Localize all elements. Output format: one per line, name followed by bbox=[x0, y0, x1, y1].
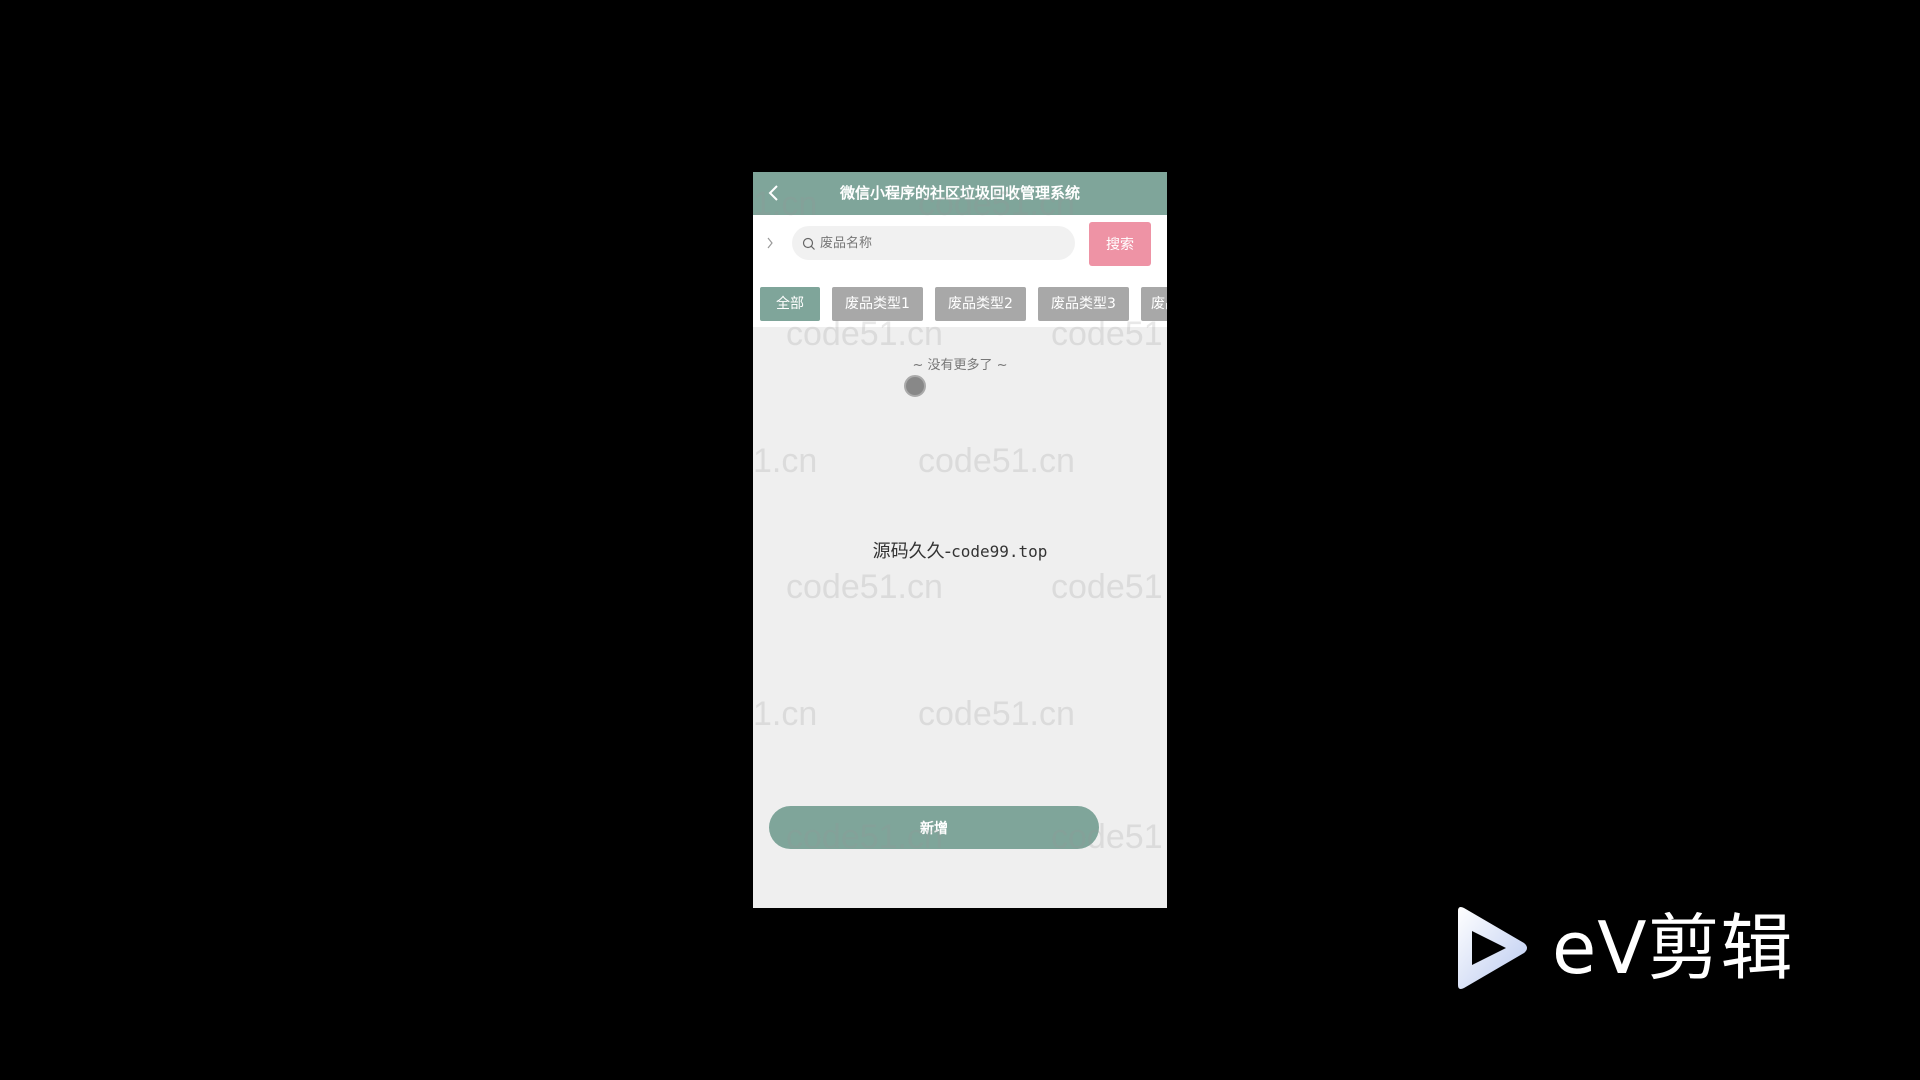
search-input[interactable] bbox=[820, 226, 1060, 260]
overlay-text-en: code99.top bbox=[951, 542, 1048, 561]
video-editor-logo: eV剪辑 bbox=[1450, 905, 1830, 995]
back-arrow-icon[interactable] bbox=[765, 184, 783, 202]
chevron-right-icon[interactable] bbox=[765, 235, 777, 253]
tab-all[interactable]: 全部 bbox=[760, 287, 820, 321]
watermark: code51.cn bbox=[918, 442, 1075, 480]
nav-bar: 微信小程序的社区垃圾回收管理系统 bbox=[753, 172, 1167, 215]
watermark: 1.cn bbox=[753, 442, 818, 480]
overlay-text-cn: 源码久久- bbox=[872, 541, 952, 562]
category-tabs: 全部 废品类型1 废品类型2 废品类型3 废品 bbox=[753, 275, 1167, 327]
watermark: code51.cn bbox=[786, 568, 943, 606]
list-end-text: ~ 没有更多了 ~ bbox=[912, 358, 1008, 373]
phone-screen: 微信小程序的社区垃圾回收管理系统 搜索 全部 废品类型1 废品类型2 废品类型3… bbox=[753, 172, 1167, 908]
play-icon bbox=[1450, 905, 1530, 991]
tab-type-2[interactable]: 废品类型2 bbox=[935, 287, 1026, 321]
search-box[interactable] bbox=[792, 226, 1075, 260]
tab-type-1[interactable]: 废品类型1 bbox=[832, 287, 923, 321]
logo-text: eV剪辑 bbox=[1552, 906, 1794, 990]
touch-cursor bbox=[904, 375, 926, 397]
tab-type-4[interactable]: 废品 bbox=[1141, 287, 1167, 321]
tab-type-3[interactable]: 废品类型3 bbox=[1038, 287, 1129, 321]
watermark: code51 bbox=[1051, 568, 1163, 606]
search-section: 搜索 bbox=[753, 215, 1167, 275]
add-button[interactable]: 新增 bbox=[769, 806, 1099, 849]
watermark: code51.cn bbox=[918, 695, 1075, 733]
watermark: 1.cn bbox=[753, 695, 818, 733]
page-title: 微信小程序的社区垃圾回收管理系统 bbox=[839, 184, 1080, 202]
overlay-text: 源码久久-code99.top bbox=[753, 537, 1167, 563]
search-button[interactable]: 搜索 bbox=[1089, 222, 1151, 266]
search-icon bbox=[802, 236, 816, 250]
